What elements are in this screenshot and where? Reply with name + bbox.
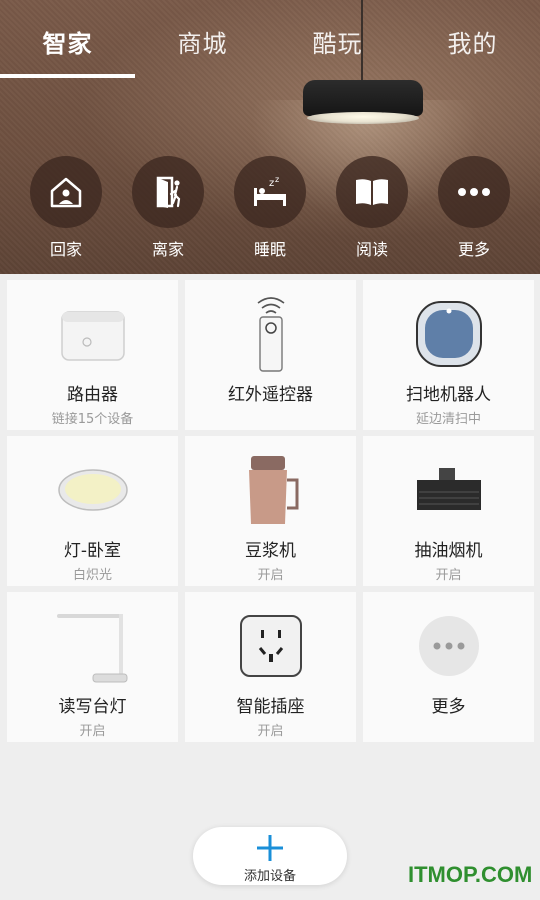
smart-socket-icon: [185, 602, 356, 690]
active-tab-indicator: [0, 74, 135, 78]
home-person-icon: [30, 156, 102, 228]
svg-text:z: z: [269, 178, 274, 189]
add-device-label: 添加设备: [243, 869, 296, 884]
scene-sleep-button[interactable]: zz 睡眠: [230, 156, 310, 260]
device-card-router[interactable]: 路由器 链接15个设备: [7, 280, 178, 430]
desk-lamp-icon: [7, 602, 178, 690]
leave-door-icon: [132, 156, 204, 228]
device-card-robot-vacuum[interactable]: 扫地机器人 延边清扫中: [363, 280, 534, 430]
device-card-more[interactable]: 更多: [363, 592, 534, 742]
device-status: 开启: [257, 724, 284, 739]
ir-remote-icon: [185, 290, 356, 378]
scene-label: 回家: [49, 240, 82, 259]
device-name: 抽油烟机: [414, 541, 483, 561]
robot-vacuum-icon: [363, 290, 534, 378]
device-card-bedroom-light[interactable]: 灯-卧室 白炽光: [7, 436, 178, 586]
device-name: 灯-卧室: [63, 541, 122, 561]
device-status: 开启: [257, 568, 284, 583]
device-status: 延边清扫中: [415, 412, 481, 427]
scene-leave-button[interactable]: 离家: [128, 156, 208, 260]
add-device-button[interactable]: 添加设备: [193, 827, 347, 885]
device-status: 开启: [435, 568, 462, 583]
more-dots-icon: [363, 602, 534, 690]
pendant-lamp-image: [303, 80, 423, 126]
scene-label: 离家: [151, 240, 184, 259]
site-watermark: ITMOP.COM: [408, 862, 533, 887]
device-name: 智能插座: [236, 697, 305, 717]
header-banner: 智家 商城 酷玩 我的 回家 离家 zz 睡眠 阅读 更多: [0, 0, 540, 274]
soymilk-maker-icon: [185, 446, 356, 534]
scene-label: 睡眠: [253, 240, 286, 259]
device-name: 更多: [431, 697, 466, 717]
device-name: 读写台灯: [58, 697, 127, 717]
scene-home-button[interactable]: 回家: [26, 156, 106, 260]
scene-label: 阅读: [355, 240, 388, 259]
range-hood-icon: [363, 446, 534, 534]
tab-smart-home[interactable]: 智家: [0, 24, 135, 59]
more-dots-icon: [438, 156, 510, 228]
plus-icon: [255, 833, 285, 867]
scene-reading-button[interactable]: 阅读: [332, 156, 412, 260]
device-status: 开启: [79, 724, 106, 739]
tab-cool-play[interactable]: 酷玩: [270, 24, 405, 59]
book-icon: [336, 156, 408, 228]
ceiling-lamp-icon: [7, 446, 178, 534]
device-status: 白炽光: [72, 568, 112, 583]
top-tab-bar: 智家 商城 酷玩 我的: [0, 0, 540, 80]
device-name: 豆浆机: [245, 541, 296, 561]
device-card-desk-lamp[interactable]: 读写台灯 开启: [7, 592, 178, 742]
device-card-smart-socket[interactable]: 智能插座 开启: [185, 592, 356, 742]
bed-sleep-icon: zz: [234, 156, 306, 228]
device-card-ir-remote[interactable]: 红外遥控器: [185, 280, 356, 430]
device-name: 路由器: [67, 385, 118, 405]
router-icon: [7, 290, 178, 378]
scene-more-button[interactable]: 更多: [434, 156, 514, 260]
scene-label: 更多: [457, 240, 490, 259]
device-name: 扫地机器人: [406, 385, 491, 405]
device-card-range-hood[interactable]: 抽油烟机 开启: [363, 436, 534, 586]
device-status: 链接15个设备: [51, 412, 134, 427]
tab-mall[interactable]: 商城: [135, 24, 270, 59]
device-name: 红外遥控器: [228, 385, 313, 405]
tab-mine[interactable]: 我的: [405, 24, 540, 59]
device-card-soymilk-maker[interactable]: 豆浆机 开启: [185, 436, 356, 586]
svg-text:z: z: [275, 175, 279, 184]
